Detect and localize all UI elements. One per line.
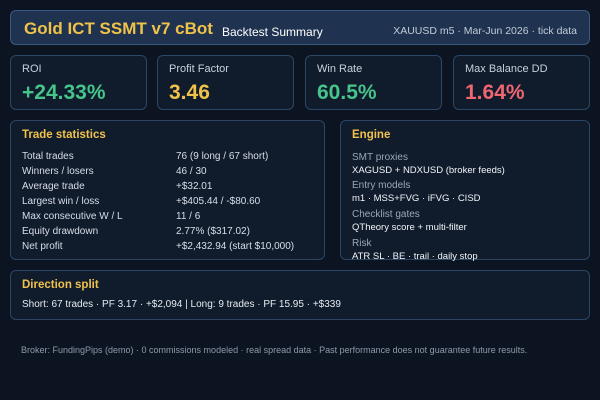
metric-card-max-balance-dd: Max Balance DD 1.64% <box>453 55 590 110</box>
section-title: Trade statistics <box>22 129 106 141</box>
engine-item-heading: Risk <box>352 238 372 249</box>
app-title: Gold ICT SSMT v7 cBot <box>24 19 213 38</box>
engine-item-heading: Checklist gates <box>352 209 420 220</box>
metric-card-win-rate: Win Rate 60.5% <box>305 55 442 110</box>
metric-value: 1.64% <box>465 81 525 104</box>
section-title: Engine <box>352 129 391 141</box>
engine-item-value: ATR SL · BE · trail · daily stop <box>352 251 478 262</box>
stat-label: Equity drawdown <box>22 226 99 237</box>
direction-split-line: Short: 67 trades · PF 3.17 · +$2,094 | L… <box>22 299 341 310</box>
stat-label: Total trades <box>22 151 74 162</box>
metric-value: 3.46 <box>169 81 210 104</box>
metric-label: Win Rate <box>317 63 363 75</box>
stat-value: 76 (9 long / 67 short) <box>176 151 269 162</box>
backtest-meta: XAUUSD m5 · Mar-Jun 2026 · tick data <box>393 25 577 37</box>
stat-label: Max consecutive W / L <box>22 211 123 222</box>
section-title: Direction split <box>22 279 99 291</box>
stat-label: Net profit <box>22 241 63 252</box>
stat-value: 2.77% ($317.02) <box>176 226 250 237</box>
header-bar: Gold ICT SSMT v7 cBot Backtest Summary X… <box>10 10 590 45</box>
metric-card-roi: ROI +24.33% <box>10 55 147 110</box>
stat-value: 46 / 30 <box>176 166 207 177</box>
engine-item-value: QTheory score + multi-filter <box>352 222 467 233</box>
stat-label: Winners / losers <box>22 166 94 177</box>
stat-value: 11 / 6 <box>176 211 201 222</box>
metric-label: Max Balance DD <box>465 63 548 75</box>
stat-value: +$2,432.94 (start $10,000) <box>176 241 295 252</box>
engine-item-heading: Entry models <box>352 180 411 191</box>
stat-label: Largest win / loss <box>22 196 100 207</box>
metric-label: Profit Factor <box>169 63 229 75</box>
metric-value: 60.5% <box>317 81 377 104</box>
stat-value: +$32.01 <box>176 181 213 192</box>
direction-split-panel: Direction split Short: 67 trades · PF 3.… <box>10 270 590 320</box>
engine-item-heading: SMT proxies <box>352 152 408 163</box>
trade-statistics-panel: Trade statistics Total trades 76 (9 long… <box>10 120 325 260</box>
stat-label: Average trade <box>22 181 85 192</box>
disclaimer-footer: Broker: FundingPips (demo) · 0 commissio… <box>21 345 528 355</box>
metric-card-profit-factor: Profit Factor 3.46 <box>157 55 294 110</box>
engine-item-value: XAGUSD + NDXUSD (broker feeds) <box>352 165 505 176</box>
metric-label: ROI <box>22 63 42 75</box>
engine-item-value: m1 · MSS+FVG · iFVG · CISD <box>352 193 481 204</box>
engine-panel: Engine SMT proxies XAGUSD + NDXUSD (brok… <box>340 120 590 262</box>
metric-value: +24.33% <box>22 81 106 104</box>
stat-value: +$405.44 / -$80.60 <box>176 196 261 207</box>
page-subtitle: Backtest Summary <box>222 25 323 39</box>
